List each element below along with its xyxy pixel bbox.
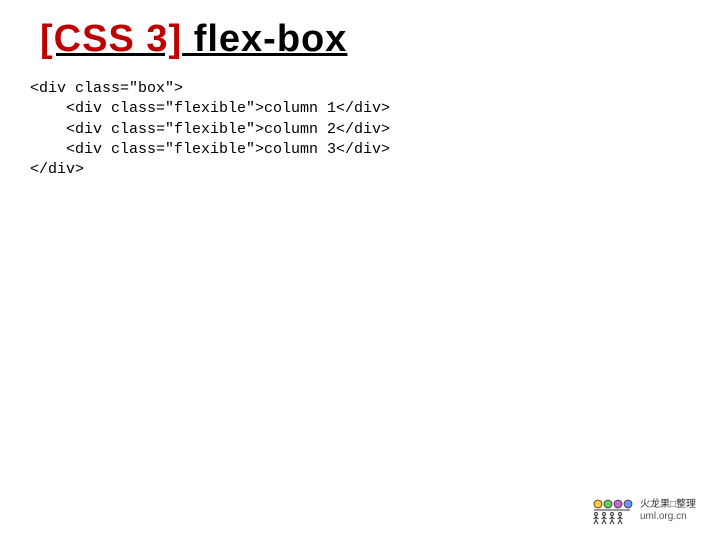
code-line: </div> — [30, 160, 680, 180]
footer-line2: uml.org.cn — [640, 511, 696, 523]
footer-branding: 火龙果□整理 uml.org.cn — [590, 496, 696, 526]
footer-line1: 火龙果□整理 — [640, 499, 696, 511]
title-label: flex-box — [182, 18, 347, 60]
uml-logo-icon — [590, 496, 634, 526]
slide-title: [CSS 3] flex-box — [40, 18, 680, 61]
code-line: <div class="flexible">column 2</div> — [30, 120, 680, 140]
code-line: <div class="flexible">column 3</div> — [30, 140, 680, 160]
code-line: <div class="flexible">column 1</div> — [30, 99, 680, 119]
code-example: <div class="box"> <div class="flexible">… — [30, 79, 680, 180]
code-line: <div class="box"> — [30, 79, 680, 99]
title-bracket: [CSS 3] — [40, 18, 182, 60]
